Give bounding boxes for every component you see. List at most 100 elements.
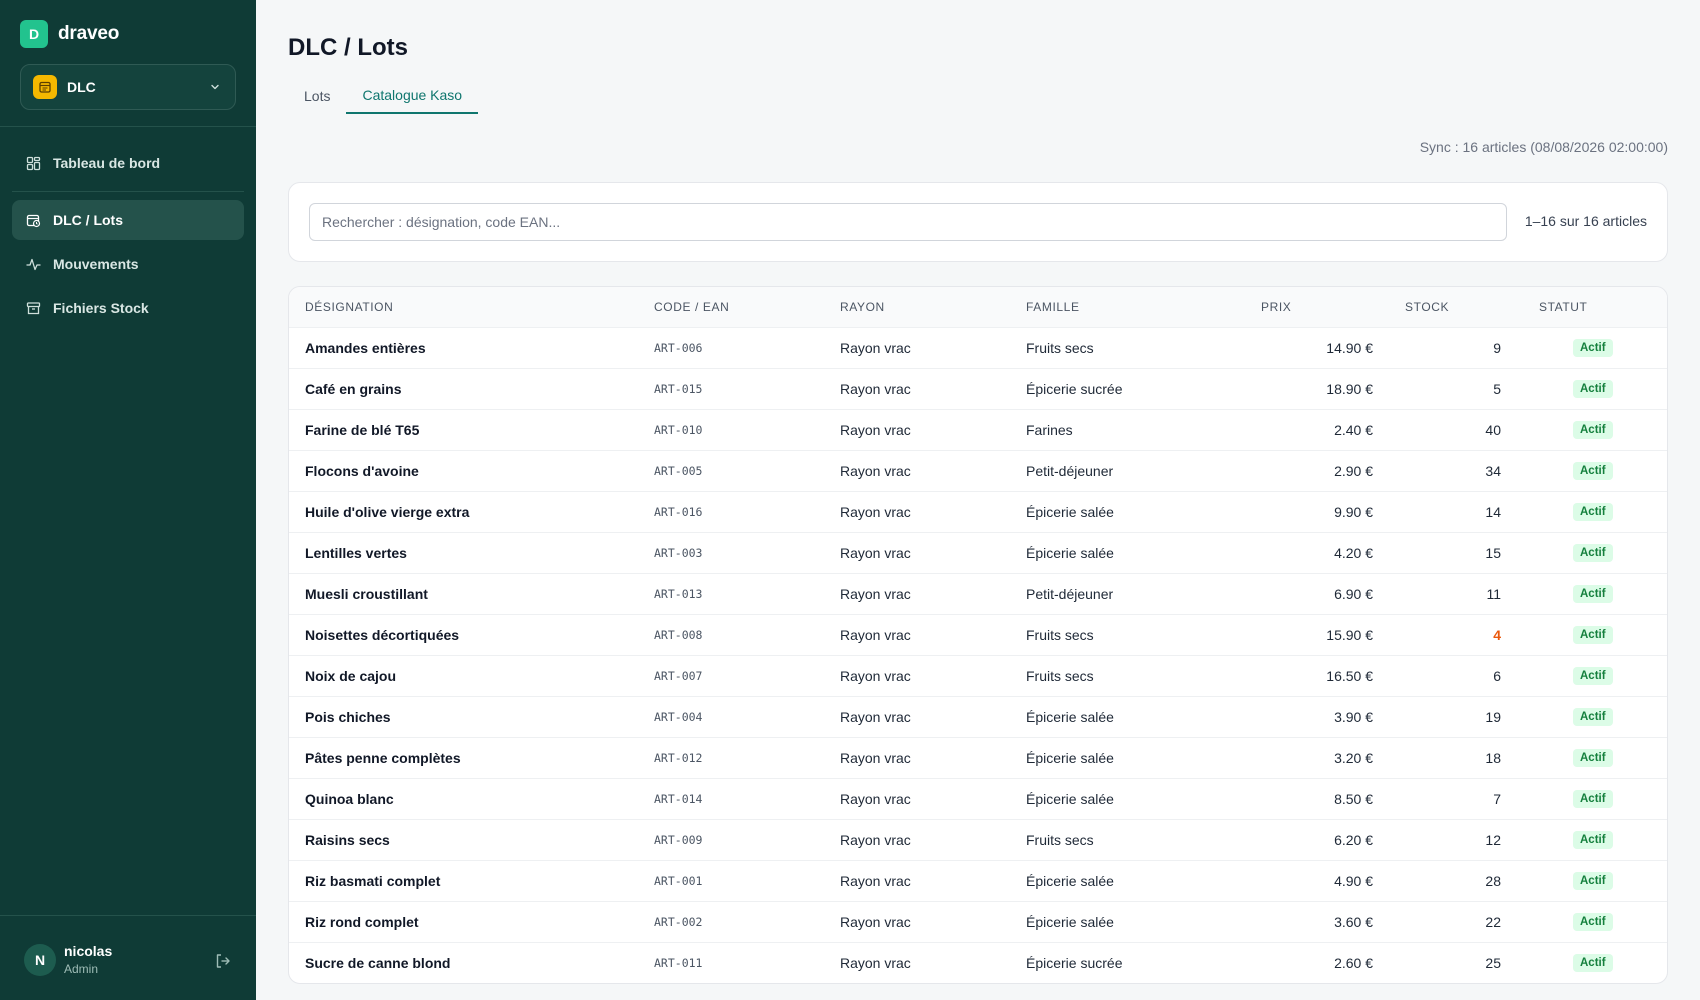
cell-rayon: Rayon vrac — [824, 449, 1010, 491]
table-row[interactable]: Lentilles vertes ART-003 Rayon vrac Épiceri… — [289, 531, 1667, 573]
column-header-prix[interactable]: Prix — [1245, 287, 1389, 327]
table-row[interactable]: Muesli croustillant ART-013 Rayon vrac Peti… — [289, 572, 1667, 614]
cell-rayon: Rayon vrac — [824, 777, 1010, 819]
cell-prix: 4.90 € — [1245, 859, 1389, 901]
column-header-code[interactable]: Code / EAN — [638, 287, 824, 327]
status-badge: Actif — [1573, 708, 1613, 726]
brand[interactable]: D draveo — [20, 20, 119, 48]
cell-prix: 3.60 € — [1245, 900, 1389, 942]
status-badge: Actif — [1573, 831, 1613, 849]
tab-bar: Lots Catalogue Kaso — [288, 78, 479, 114]
cell-rayon: Rayon vrac — [824, 572, 1010, 614]
catalogue-table: Désignation Code / EAN Rayon Famille Pri… — [288, 286, 1668, 984]
status-badge: Actif — [1573, 790, 1613, 808]
cell-code: ART-003 — [638, 531, 824, 573]
cell-designation: Riz basmati complet — [289, 859, 638, 901]
cell-stock: 5 — [1389, 367, 1523, 409]
table-row[interactable]: Pâtes penne complètes ART-012 Rayon vrac Ép… — [289, 736, 1667, 778]
cell-stock: 28 — [1389, 859, 1523, 901]
cell-designation: Huile d'olive vierge extra — [289, 490, 638, 532]
cell-code: ART-009 — [638, 818, 824, 860]
cell-rayon: Rayon vrac — [824, 736, 1010, 778]
cell-stock: 6 — [1389, 654, 1523, 696]
status-badge: Actif — [1573, 544, 1613, 562]
cell-rayon: Rayon vrac — [824, 613, 1010, 655]
sidebar: D draveo DLC Tableau de bord DLC / Lots … — [0, 0, 256, 1000]
cell-stock: 12 — [1389, 818, 1523, 860]
dashboard-icon — [25, 155, 41, 171]
cell-statut: Actif — [1523, 777, 1667, 819]
cell-famille: Fruits secs — [1010, 326, 1245, 368]
avatar[interactable]: N — [24, 944, 56, 976]
table-row[interactable]: Noix de cajou ART-007 Rayon vrac Fruits sec… — [289, 654, 1667, 696]
cell-prix: 3.90 € — [1245, 695, 1389, 737]
sidebar-item-tableau-de-bord[interactable]: Tableau de bord — [12, 143, 244, 183]
column-header-designation[interactable]: Désignation — [289, 287, 638, 327]
cell-designation: Sucre de canne blond — [289, 941, 638, 983]
cell-statut: Actif — [1523, 367, 1667, 409]
tab-lots[interactable]: Lots — [288, 78, 346, 114]
sidebar-item-label: Mouvements — [53, 256, 139, 272]
cell-famille: Fruits secs — [1010, 818, 1245, 860]
column-header-rayon[interactable]: Rayon — [824, 287, 1010, 327]
cell-statut: Actif — [1523, 613, 1667, 655]
table-row[interactable]: Café en grains ART-015 Rayon vrac Épicerie … — [289, 367, 1667, 409]
calendar-clock-icon — [25, 212, 41, 228]
column-header-famille[interactable]: Famille — [1010, 287, 1245, 327]
cell-famille: Épicerie salée — [1010, 736, 1245, 778]
table-row[interactable]: Flocons d'avoine ART-005 Rayon vrac Petit-d… — [289, 449, 1667, 491]
cell-stock: 11 — [1389, 572, 1523, 614]
column-header-statut[interactable]: Statut — [1523, 287, 1667, 327]
cell-stock: 34 — [1389, 449, 1523, 491]
cell-statut: Actif — [1523, 326, 1667, 368]
search-input[interactable] — [309, 203, 1507, 241]
status-badge: Actif — [1573, 339, 1613, 357]
cell-stock: 14 — [1389, 490, 1523, 532]
cell-designation: Muesli croustillant — [289, 572, 638, 614]
cell-prix: 2.40 € — [1245, 408, 1389, 450]
status-badge: Actif — [1573, 626, 1613, 644]
cell-designation: Quinoa blanc — [289, 777, 638, 819]
chevron-down-icon — [207, 79, 223, 95]
cell-code: ART-007 — [638, 654, 824, 696]
status-badge: Actif — [1573, 503, 1613, 521]
table-row[interactable]: Quinoa blanc ART-014 Rayon vrac Épicerie sa… — [289, 777, 1667, 819]
column-header-stock[interactable]: Stock — [1389, 287, 1523, 327]
table-row[interactable]: Noisettes décortiquées ART-008 Rayon vrac F… — [289, 613, 1667, 655]
cell-designation: Noisettes décortiquées — [289, 613, 638, 655]
cell-statut: Actif — [1523, 408, 1667, 450]
cell-rayon: Rayon vrac — [824, 408, 1010, 450]
cell-designation: Riz rond complet — [289, 900, 638, 942]
table-row[interactable]: Sucre de canne blond ART-011 Rayon vrac Épi… — [289, 941, 1667, 983]
cell-code: ART-006 — [638, 326, 824, 368]
table-row[interactable]: Amandes entières ART-006 Rayon vrac Fruits … — [289, 326, 1667, 368]
tab-catalogue-kaso[interactable]: Catalogue Kaso — [346, 78, 479, 114]
cell-statut: Actif — [1523, 490, 1667, 532]
sidebar-item-dlc-lots[interactable]: DLC / Lots — [12, 200, 244, 240]
cell-stock: 7 — [1389, 777, 1523, 819]
cell-code: ART-014 — [638, 777, 824, 819]
sidebar-item-fichiers-stock[interactable]: Fichiers Stock — [12, 288, 244, 328]
table-row[interactable]: Huile d'olive vierge extra ART-016 Rayon v… — [289, 490, 1667, 532]
table-row[interactable]: Pois chiches ART-004 Rayon vrac Épicerie sa… — [289, 695, 1667, 737]
table-row[interactable]: Farine de blé T65 ART-010 Rayon vrac Farine… — [289, 408, 1667, 450]
cell-prix: 2.90 € — [1245, 449, 1389, 491]
cell-statut: Actif — [1523, 654, 1667, 696]
status-badge: Actif — [1573, 749, 1613, 767]
table-row[interactable]: Riz rond complet ART-002 Rayon vrac Épiceri… — [289, 900, 1667, 942]
cell-statut: Actif — [1523, 900, 1667, 942]
cell-code: ART-004 — [638, 695, 824, 737]
cell-prix: 6.90 € — [1245, 572, 1389, 614]
module-calendar-icon — [33, 75, 57, 99]
sidebar-item-mouvements[interactable]: Mouvements — [12, 244, 244, 284]
cell-designation: Farine de blé T65 — [289, 408, 638, 450]
module-selector[interactable]: DLC — [20, 64, 236, 110]
status-badge: Actif — [1573, 872, 1613, 890]
cell-rayon: Rayon vrac — [824, 367, 1010, 409]
table-row[interactable]: Raisins secs ART-009 Rayon vrac Fruits secs… — [289, 818, 1667, 860]
cell-designation: Noix de cajou — [289, 654, 638, 696]
status-badge: Actif — [1573, 954, 1613, 973]
logout-icon[interactable] — [214, 952, 232, 970]
table-row[interactable]: Riz basmati complet ART-001 Rayon vrac Épic… — [289, 859, 1667, 901]
cell-code: ART-010 — [638, 408, 824, 450]
